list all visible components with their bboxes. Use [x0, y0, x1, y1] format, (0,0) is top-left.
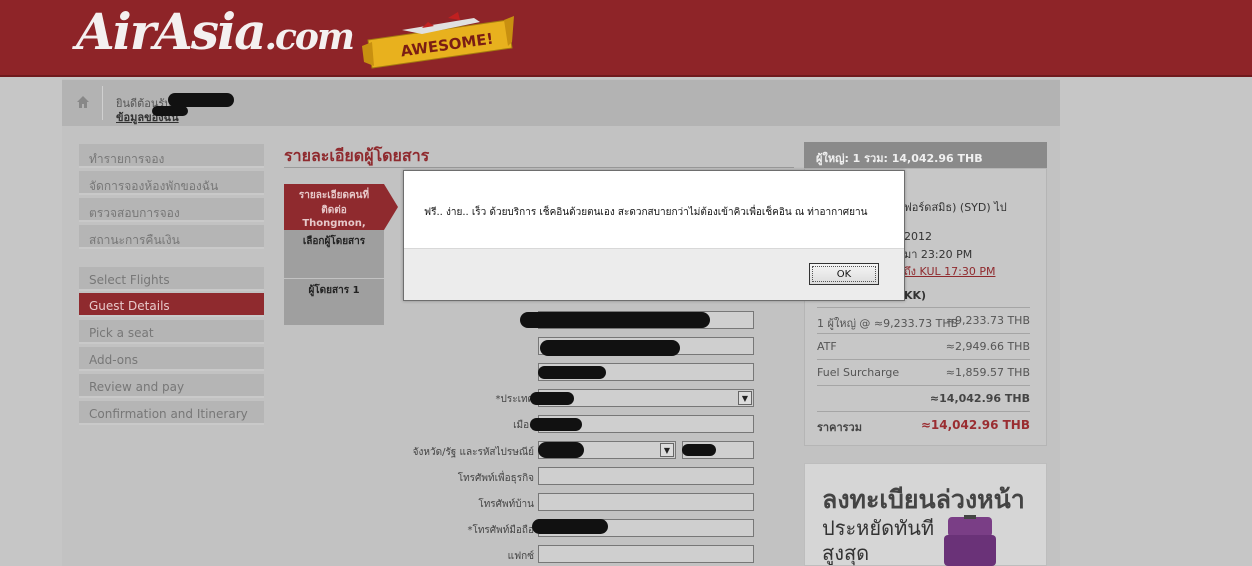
country-label: *ประเทศ: [495, 394, 534, 405]
currency-note: KK): [904, 289, 927, 302]
fare-grand-total: ราคารวม ≈14,042.96 THB: [817, 411, 1030, 441]
luggage-icon: [944, 515, 996, 566]
menu-refund-status[interactable]: สถานะการคืนเงิน: [79, 225, 264, 249]
tab-arrow-icon: [384, 184, 398, 230]
redacted-field: [520, 312, 710, 328]
fare-row-adult: 1 ผู้ใหญ่ @ ≈9,233.73 THB ≈9,233.73 THB: [817, 307, 1030, 333]
mobile-label: *โทรศัพท์มือถือ: [467, 525, 534, 536]
welcome-divider: [102, 86, 103, 120]
redacted-field: [532, 519, 608, 534]
fax-input[interactable]: [538, 545, 754, 563]
redacted-username: [168, 93, 234, 107]
business-phone-input[interactable]: [538, 467, 754, 485]
dialog-footer: OK: [404, 248, 904, 300]
tab-passenger-1[interactable]: ผู้โดยสาร 1: [284, 279, 384, 325]
chevron-down-icon[interactable]: ▼: [660, 443, 674, 457]
redacted-field: [530, 392, 574, 405]
fare-row-fuel: Fuel Surcharge ≈1,859.57 THB: [817, 359, 1030, 385]
menu-manage-hotel[interactable]: จัดการจองห้องพักของฉัน: [79, 171, 264, 195]
home-icon[interactable]: [76, 95, 90, 109]
home-phone-input[interactable]: [538, 493, 754, 511]
chevron-down-icon[interactable]: ▼: [738, 391, 752, 405]
step-add-ons[interactable]: Add-ons: [79, 347, 264, 371]
state-zip-label: จังหวัด/รัฐ และรหัสไปรษณีย์: [412, 447, 534, 458]
airasia-logo[interactable]: AirAsia.com: [76, 2, 355, 61]
home-phone-label: โทรศัพท์บ้าน: [478, 499, 534, 510]
redacted-field: [540, 340, 680, 356]
redacted-username-2: [152, 106, 188, 116]
redacted-field: [538, 442, 584, 458]
page-title: รายละเอียดผู้โดยสาร: [284, 146, 430, 165]
time-text: มา 23:20 PM: [904, 248, 973, 261]
step-select-flights[interactable]: Select Flights: [79, 267, 264, 291]
ok-button[interactable]: OK: [809, 263, 879, 285]
step-guest-details[interactable]: Guest Details: [79, 293, 264, 317]
route-text: ฟอร์ดสมิธ) (SYD) ไป: [904, 201, 1007, 214]
fare-subtotal: ≈14,042.96 THB: [817, 385, 1030, 411]
redacted-field: [682, 444, 716, 456]
step-confirmation[interactable]: Confirmation and Itinerary: [79, 401, 264, 425]
step-review-pay[interactable]: Review and pay: [79, 374, 264, 398]
dialog-message: ฟรี.. ง่าย.. เร็ว ด้วยบริการ เช็คอินด้วย…: [424, 207, 868, 218]
menu-make-booking[interactable]: ทำรายการจอง: [79, 144, 264, 168]
fare-row-atf: ATF ≈2,949.66 THB: [817, 333, 1030, 359]
fax-label: แฟกซ์: [507, 551, 534, 562]
summary-header: ผู้ใหญ่: 1 รวม: 14,042.96 THB: [804, 142, 1047, 168]
connection-link[interactable]: ถึง KUL 17:30 PM: [904, 262, 995, 280]
city-label: เมือง: [513, 420, 534, 431]
title-divider: [284, 167, 794, 168]
self-checkin-dialog: ฟรี.. ง่าย.. เร็ว ด้วยบริการ เช็คอินด้วย…: [403, 170, 905, 301]
business-phone-label: โทรศัพท์เพื่อธุรกิจ: [457, 473, 534, 484]
promo-subline-2: สูงสุด: [822, 541, 870, 565]
redacted-field: [530, 418, 582, 431]
tab-select-passenger[interactable]: เลือกผู้โดยสาร: [284, 230, 384, 278]
tab-contact-details[interactable]: รายละเอียดคนที่ ติดต่อ Thongmon,: [284, 184, 384, 230]
redacted-field: [538, 366, 606, 379]
menu-check-booking[interactable]: ตรวจสอบการจอง: [79, 198, 264, 222]
step-pick-seat[interactable]: Pick a seat: [79, 320, 264, 344]
date-text: 2012: [904, 230, 932, 243]
